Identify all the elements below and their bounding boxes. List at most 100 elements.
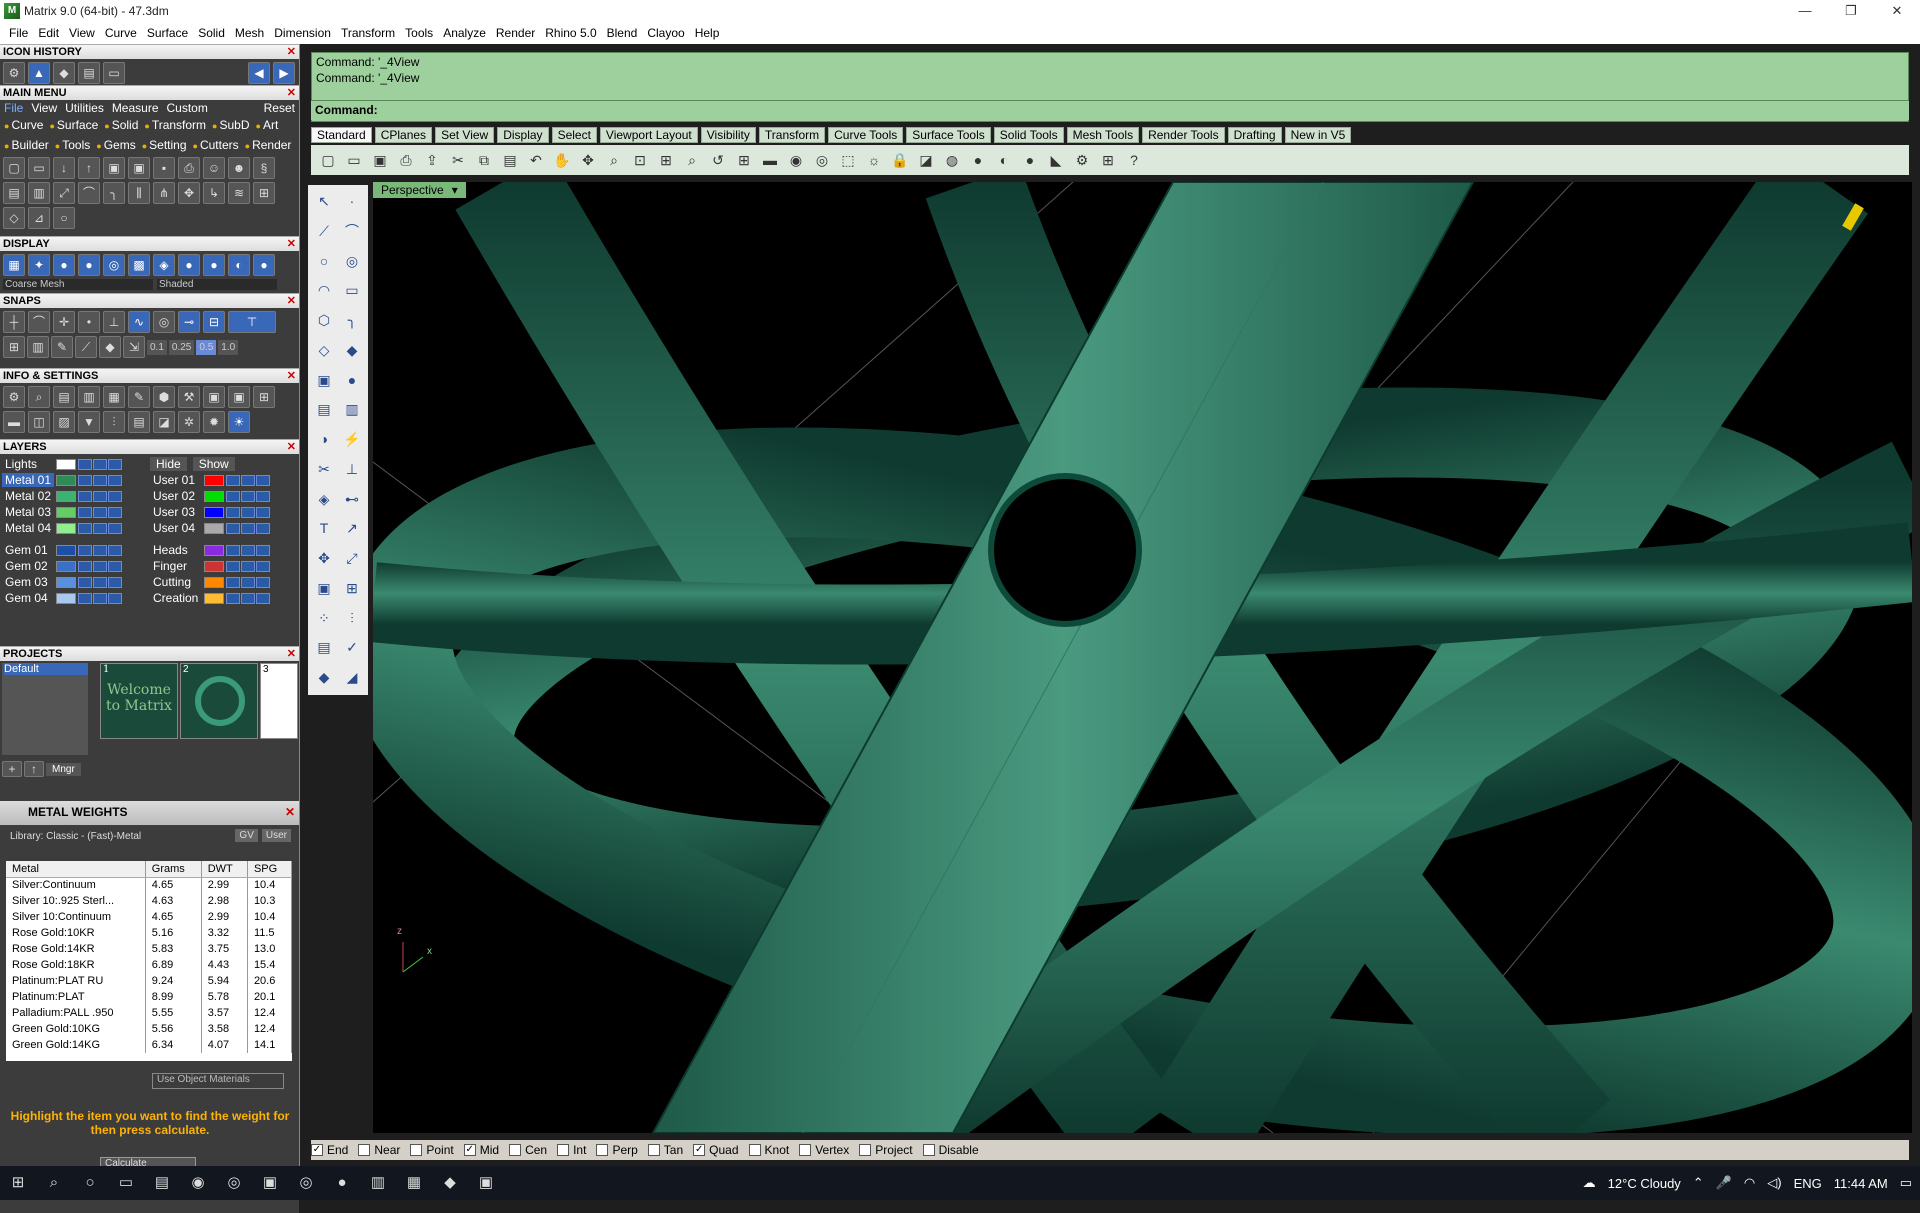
surface-icon[interactable]: ◇ [312,338,336,362]
menu-help[interactable]: Help [690,26,725,40]
copy-icon[interactable]: ⧉ [473,149,495,171]
layer-lock-icon[interactable] [78,544,92,556]
layer-visibility-icon[interactable] [93,576,107,588]
table-row[interactable]: Platinum:PLAT RU 9.24 5.94 20.6 [6,973,292,989]
xray-icon[interactable]: ◈ [153,254,175,276]
category-gems[interactable]: Gems [96,138,136,152]
category-setting[interactable]: Setting [142,138,186,152]
category-render[interactable]: Render [245,138,291,152]
light-icon[interactable]: ☼ [863,149,885,171]
paste-icon[interactable]: ▤ [499,149,521,171]
window-alt-icon[interactable]: ▥ [28,182,50,204]
technical-icon[interactable]: ◎ [103,254,125,276]
layer-color-swatch[interactable] [56,592,76,604]
checkbox[interactable]: ✓ [311,1144,323,1156]
layer-lock-icon[interactable] [226,592,240,604]
table-row[interactable]: Rose Gold:14KR 5.83 3.75 13.0 [6,941,292,957]
tab-viewport-layout[interactable]: Viewport Layout [599,126,698,143]
project-thumb-3[interactable]: 3 [260,663,298,739]
tab-standard[interactable]: Standard [311,126,372,143]
layer-visibility-icon[interactable] [241,544,255,556]
layer-row[interactable]: Lights [2,456,144,472]
circle-center-icon[interactable]: ◎ [340,249,364,273]
table-row[interactable]: Silver:Continuum 4.65 2.99 10.4 [6,877,292,893]
grid-view-icon[interactable]: ⊞ [253,386,275,408]
weather-text[interactable]: 12°C Cloudy [1608,1176,1681,1191]
layer-row[interactable]: User 01 [150,472,290,488]
osnap-tan[interactable]: Tan [647,1143,683,1157]
osnap-end[interactable]: ✓ End [311,1143,348,1157]
scale-icon[interactable]: ⤢ [340,546,364,570]
layer-name[interactable]: Gem 01 [2,543,54,557]
tab-utilities[interactable]: Utilities [65,101,104,115]
tab-drafting[interactable]: Drafting [1227,126,1282,143]
layer-visibility-icon[interactable] [241,522,255,534]
category-subd[interactable]: SubD [212,118,249,132]
layer-visibility-icon[interactable] [93,560,107,572]
zoom-selected-icon[interactable]: ⌕ [681,149,703,171]
tab-curve-tools[interactable]: Curve Tools [828,126,904,143]
tab-visibility[interactable]: Visibility [700,126,756,143]
undo-icon[interactable]: ↶ [525,149,547,171]
box-icon[interactable]: ▨ [53,411,75,433]
task-view-icon[interactable]: ▭ [108,1166,144,1200]
photoshop-icon[interactable]: ▣ [252,1166,288,1200]
layer-color-swatch[interactable] [204,592,224,604]
scene-icon[interactable]: ◪ [153,411,175,433]
tab-select[interactable]: Select [551,126,597,143]
menu-tools[interactable]: Tools [400,26,438,40]
layer-visibility-icon[interactable] [241,506,255,518]
pen-icon[interactable]: ▩ [128,254,150,276]
menu-edit[interactable]: Edit [33,26,64,40]
layer-name[interactable]: Cutting [150,575,202,589]
layer-visibility-icon[interactable] [93,522,107,534]
menu-dimension[interactable]: Dimension [269,26,336,40]
layer-lock-icon[interactable] [226,506,240,518]
artistic-icon[interactable]: ● [78,254,100,276]
silver-icon[interactable]: ◐ [228,254,250,276]
layer-lock-icon[interactable] [78,592,92,604]
export-icon[interactable]: ⇪ [421,149,443,171]
layer-print-icon[interactable] [256,576,270,588]
layer-color-swatch[interactable] [204,490,224,502]
array-tool-icon[interactable]: ⁘ [312,606,336,630]
tab-surface-tools[interactable]: Surface Tools [906,126,991,143]
gem-icon[interactable]: ◆ [53,62,75,84]
column-dwt[interactable]: DWT [201,861,248,878]
category-builder[interactable]: Builder [4,138,48,152]
bend-icon[interactable]: ↳ [203,182,225,204]
layer-name[interactable]: Heads [150,543,202,557]
minimize-button[interactable]: — [1782,0,1828,22]
tab-mesh-tools[interactable]: Mesh Tools [1066,126,1140,143]
category-curve[interactable]: Curve [4,118,43,132]
layer-row[interactable]: Gem 03 [2,574,144,590]
snap-value-2[interactable]: 0.25 [168,339,195,355]
osnap-near[interactable]: Near [358,1143,400,1157]
layer-row[interactable]: Finger [150,558,290,574]
matrix-taskbar-icon[interactable]: ▦ [396,1166,432,1200]
tab-reset[interactable]: Reset [264,101,295,115]
table-row[interactable]: Platinum:PLAT 8.99 5.78 20.1 [6,989,292,1005]
select-arrow-icon[interactable]: ↖ [312,189,336,213]
layer-print-icon[interactable] [256,490,270,502]
layer-row[interactable]: Metal 04 [2,520,144,536]
layer-color-swatch[interactable] [204,576,224,588]
layer-row[interactable]: User 03 [150,504,290,520]
layer-color-swatch[interactable] [56,576,76,588]
solid-box-icon[interactable]: ▣ [312,368,336,392]
layer-row[interactable]: Metal 03 [2,504,144,520]
layer-color-swatch[interactable] [56,560,76,572]
gold-icon[interactable]: ● [203,254,225,276]
user-add-icon[interactable]: ☻ [228,157,250,179]
layer-visibility-icon[interactable] [93,474,107,486]
fillet-curve-icon[interactable]: ╮ [340,308,364,332]
layer-lock-icon[interactable] [226,522,240,534]
save-icon[interactable]: ▣ [369,149,391,171]
layer-visibility-icon[interactable] [93,592,107,604]
arc-icon[interactable]: ◠ [312,278,336,302]
ring-icon[interactable]: ○ [53,207,75,229]
grid-tool-icon[interactable]: ⊞ [340,576,364,600]
array-icon[interactable]: ⊞ [253,182,275,204]
flow-icon[interactable]: ≋ [228,182,250,204]
osnap-point[interactable]: Point [410,1143,454,1157]
